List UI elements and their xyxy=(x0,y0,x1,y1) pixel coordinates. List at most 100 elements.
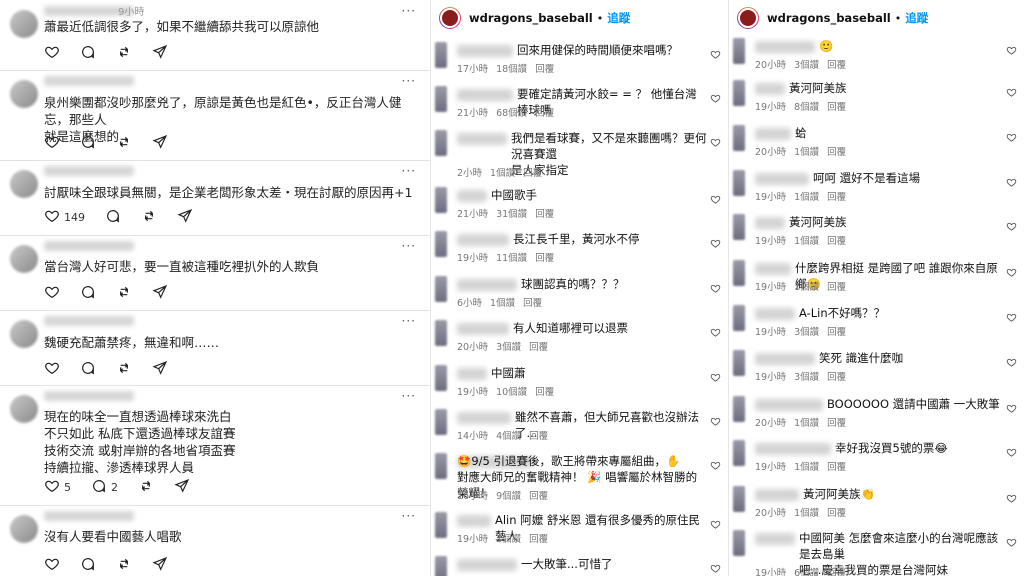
reply-button[interactable]: 回覆 xyxy=(827,233,846,247)
heart-icon[interactable] xyxy=(710,412,721,426)
heart-button[interactable] xyxy=(44,556,60,575)
commenter-avatar[interactable] xyxy=(435,365,447,391)
commenter-avatar[interactable] xyxy=(435,187,447,213)
heart-button[interactable] xyxy=(44,44,60,63)
comment-button[interactable] xyxy=(105,208,121,227)
heart-icon[interactable] xyxy=(710,559,721,573)
commenter-name-redacted[interactable] xyxy=(755,263,791,275)
heart-icon[interactable] xyxy=(1006,308,1017,322)
comment-likes[interactable]: 3個讚 xyxy=(496,339,521,353)
more-icon[interactable]: ··· xyxy=(402,164,416,178)
share-button[interactable] xyxy=(152,556,168,575)
heart-icon[interactable] xyxy=(1006,217,1017,231)
reply-button[interactable]: 回覆 xyxy=(535,384,554,398)
account-avatar[interactable] xyxy=(737,7,759,29)
comment-likes[interactable]: 1個讚 xyxy=(794,459,819,473)
comment-button[interactable] xyxy=(80,134,96,153)
repost-button[interactable] xyxy=(116,284,132,303)
heart-button[interactable] xyxy=(44,284,60,303)
commenter-avatar[interactable] xyxy=(733,38,745,64)
commenter-avatar[interactable] xyxy=(733,530,745,556)
commenter-name-redacted[interactable] xyxy=(755,173,809,185)
avatar[interactable] xyxy=(10,395,38,423)
share-button[interactable] xyxy=(177,208,193,227)
heart-icon[interactable] xyxy=(1006,263,1017,277)
repost-button[interactable] xyxy=(116,134,132,153)
reply-button[interactable]: 回覆 xyxy=(535,105,554,119)
more-icon[interactable]: ··· xyxy=(402,4,416,18)
reply-button[interactable]: 回覆 xyxy=(827,324,846,338)
repost-button[interactable] xyxy=(116,44,132,63)
commenter-avatar[interactable] xyxy=(733,80,745,106)
more-icon[interactable]: ··· xyxy=(402,74,416,88)
heart-icon[interactable] xyxy=(1006,399,1017,413)
commenter-name-redacted[interactable] xyxy=(457,559,517,571)
commenter-name-redacted[interactable] xyxy=(755,489,799,501)
comment-button[interactable]: 2 xyxy=(91,478,118,497)
commenter-name-redacted[interactable] xyxy=(755,443,831,455)
heart-button[interactable]: 149 xyxy=(44,208,85,227)
commenter-avatar[interactable] xyxy=(435,130,447,156)
commenter-avatar[interactable] xyxy=(435,42,447,68)
commenter-name-redacted[interactable] xyxy=(457,323,509,335)
reply-button[interactable]: 回覆 xyxy=(529,428,548,442)
comment-button[interactable] xyxy=(80,284,96,303)
repost-button[interactable] xyxy=(141,208,157,227)
commenter-avatar[interactable] xyxy=(733,214,745,240)
avatar[interactable] xyxy=(10,170,38,198)
account-handle[interactable]: wdragons_baseball xyxy=(469,11,593,25)
commenter-avatar[interactable] xyxy=(435,276,447,302)
commenter-name-redacted[interactable] xyxy=(457,412,511,424)
reply-button[interactable]: 回覆 xyxy=(827,57,846,71)
reply-button[interactable]: 回覆 xyxy=(827,144,846,158)
heart-icon[interactable] xyxy=(1006,353,1017,367)
comment-likes[interactable]: 9個讚 xyxy=(496,488,521,502)
commenter-avatar[interactable] xyxy=(435,556,447,576)
follow-button[interactable]: 追蹤 xyxy=(905,10,928,26)
commenter-name-redacted[interactable] xyxy=(755,83,785,95)
more-icon[interactable]: ··· xyxy=(402,509,416,523)
comment-likes[interactable]: 3個讚 xyxy=(794,369,819,383)
commenter-name-redacted[interactable] xyxy=(755,308,795,320)
commenter-name-redacted[interactable] xyxy=(457,279,517,291)
comment-likes[interactable]: 1個讚 xyxy=(794,233,819,247)
commenter-name-redacted[interactable] xyxy=(755,353,815,365)
comment-likes[interactable]: 1個讚 xyxy=(496,531,521,545)
commenter-name-redacted[interactable] xyxy=(755,399,823,411)
commenter-name-redacted[interactable] xyxy=(457,89,513,101)
account-handle[interactable]: wdragons_baseball xyxy=(767,11,891,25)
commenter-avatar[interactable] xyxy=(733,170,745,196)
heart-button[interactable] xyxy=(44,134,60,153)
comment-likes[interactable]: 18個讚 xyxy=(496,61,527,75)
reply-button[interactable]: 回覆 xyxy=(827,415,846,429)
heart-icon[interactable] xyxy=(710,515,721,529)
comment-likes[interactable]: 3個讚 xyxy=(794,57,819,71)
comment-likes[interactable]: 1個讚 xyxy=(794,144,819,158)
commenter-avatar[interactable] xyxy=(733,350,745,376)
commenter-avatar[interactable] xyxy=(733,305,745,331)
reply-button[interactable]: 回覆 xyxy=(535,206,554,220)
commenter-avatar[interactable] xyxy=(733,396,745,422)
heart-icon[interactable] xyxy=(1006,83,1017,97)
commenter-name-redacted[interactable] xyxy=(457,515,491,527)
comment-likes[interactable]: 68個讚 xyxy=(496,105,527,119)
reply-button[interactable]: 回覆 xyxy=(523,165,542,179)
avatar[interactable] xyxy=(10,515,38,543)
commenter-name-redacted[interactable] xyxy=(755,41,815,53)
share-button[interactable] xyxy=(152,134,168,153)
reply-button[interactable]: 回覆 xyxy=(827,189,846,203)
heart-icon[interactable] xyxy=(1006,41,1017,55)
commenter-avatar[interactable] xyxy=(733,486,745,512)
username-redacted[interactable] xyxy=(44,241,134,251)
heart-icon[interactable] xyxy=(710,234,721,248)
comment-likes[interactable]: 1個讚 xyxy=(794,505,819,519)
heart-icon[interactable] xyxy=(710,190,721,204)
heart-icon[interactable] xyxy=(710,456,721,470)
heart-button[interactable]: 5 xyxy=(44,478,71,497)
commenter-name-redacted[interactable] xyxy=(457,234,509,246)
comment-likes[interactable]: 1個讚 xyxy=(794,189,819,203)
reply-button[interactable]: 回覆 xyxy=(529,531,548,545)
commenter-name-redacted[interactable] xyxy=(457,368,487,380)
reply-button[interactable]: 回覆 xyxy=(535,250,554,264)
commenter-avatar[interactable] xyxy=(435,320,447,346)
